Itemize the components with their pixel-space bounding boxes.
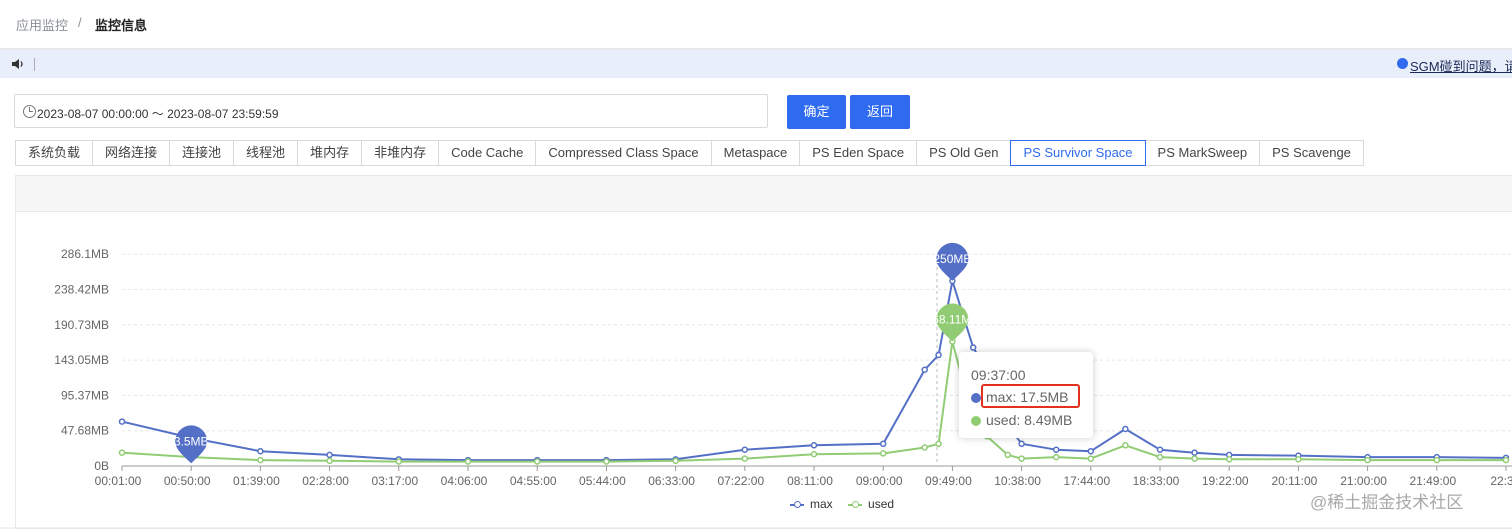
data-point-used xyxy=(1225,456,1233,463)
data-point-used xyxy=(603,458,610,465)
data-point-max xyxy=(1122,425,1129,433)
data-point-max xyxy=(810,442,818,449)
legend-max-swatch xyxy=(790,500,804,508)
y-tick-label: 47.68MB xyxy=(61,424,109,438)
x-tick-label: 01:39:00 xyxy=(233,474,280,488)
y-tick-label: 95.37MB xyxy=(61,388,109,402)
x-tick-label: 02:28:00 xyxy=(302,474,349,488)
data-point-max xyxy=(969,344,977,351)
x-tick-label: 07:22:00 xyxy=(717,474,764,488)
legend-item-max[interactable]: max xyxy=(790,497,833,511)
memory-line-chart[interactable]: 0B 47.68MB 95.37MB 143.05MB 190.73MB 238.42MB… xyxy=(0,0,1512,527)
data-point-used xyxy=(1122,442,1129,449)
data-point-used xyxy=(1295,456,1302,463)
data-point-used xyxy=(1087,455,1095,462)
data-point-max xyxy=(1087,447,1095,455)
x-tick-label: 08:11:00 xyxy=(787,474,833,488)
data-point-used xyxy=(1052,453,1060,461)
chart-legend: max used xyxy=(790,497,906,511)
legend-used-swatch xyxy=(848,500,863,508)
data-point-used xyxy=(672,457,679,465)
x-tick-label: 00:50:00 xyxy=(164,474,211,488)
tooltip-used-row: used: 8.49MB xyxy=(971,412,1072,428)
data-point-used xyxy=(741,455,749,462)
data-point-used xyxy=(257,456,264,464)
data-point-used xyxy=(935,440,942,448)
data-point-used xyxy=(1364,456,1371,464)
data-point-used xyxy=(1502,456,1510,464)
data-point-used xyxy=(533,458,541,465)
x-tick-label: 05:44:00 xyxy=(579,474,626,488)
x-tick-label: 20:11:00 xyxy=(1271,474,1317,488)
data-point-used xyxy=(1191,455,1198,462)
tooltip-time: 09:37:00 xyxy=(971,367,1026,383)
y-tick-label: 238.42MB xyxy=(54,282,109,296)
series-line-max xyxy=(121,279,1507,462)
data-point-max xyxy=(921,366,928,374)
data-point-used xyxy=(1433,456,1441,464)
data-point-max xyxy=(1156,446,1164,453)
data-point-max xyxy=(741,446,749,453)
x-tick-label: 06:33:00 xyxy=(648,474,695,488)
x-tick-label: 00:01:00 xyxy=(95,474,142,488)
legend-used-label: used xyxy=(868,497,895,511)
marker-label: 3.5MB xyxy=(174,434,209,448)
tab-11[interactable]: PS Survivor Space xyxy=(1010,140,1146,166)
data-point-max xyxy=(1018,440,1025,448)
data-point-used xyxy=(464,458,472,465)
data-point-used xyxy=(1004,451,1012,459)
data-point-max xyxy=(935,351,942,359)
x-tick-label: 21:00:00 xyxy=(1340,474,1387,488)
marker-label: 168.11MB xyxy=(925,313,979,327)
legend-item-used[interactable]: used xyxy=(848,497,894,511)
x-tick-label: 10:38:00 xyxy=(994,474,1041,488)
data-point-used xyxy=(1018,455,1025,462)
data-point-max xyxy=(118,418,126,425)
data-point-used xyxy=(921,444,928,451)
x-tick-label: 21:49:00 xyxy=(1409,474,1456,488)
used-dot-icon xyxy=(971,416,981,426)
data-point-used xyxy=(1156,453,1164,461)
x-tick-label: 09:00:00 xyxy=(856,474,903,488)
tooltip-used-value: used: 8.49MB xyxy=(986,412,1073,428)
x-tick-label: 03:17:00 xyxy=(371,474,418,488)
data-point-max xyxy=(257,447,264,455)
max-dot-icon xyxy=(971,393,981,403)
y-tick-label: 143.05MB xyxy=(54,353,109,367)
data-point-max xyxy=(879,440,887,448)
data-point-used xyxy=(395,458,403,465)
tooltip-highlight-box xyxy=(981,384,1080,408)
x-tick-label: 09:49:00 xyxy=(925,474,972,488)
legend-max-label: max xyxy=(810,497,833,511)
data-point-used xyxy=(810,450,818,458)
chart-tooltip: 09:37:00 max: 17.5MB used: 8.49MB xyxy=(959,352,1093,438)
x-tick-label: 17:44:00 xyxy=(1063,474,1110,488)
data-point-max xyxy=(1191,449,1198,456)
data-point-used xyxy=(326,457,333,465)
data-point-used xyxy=(879,450,887,457)
y-tick-label: 190.73MB xyxy=(54,318,109,332)
x-tick-label: 04:55:00 xyxy=(510,474,557,488)
watermark: @稀土掘金技术社区 xyxy=(1310,493,1464,512)
data-point-used xyxy=(118,449,126,456)
data-point-max xyxy=(1052,446,1060,453)
x-tick-label: 04:06:00 xyxy=(441,474,488,488)
x-tick-label: 18:33:00 xyxy=(1133,474,1180,488)
x-tick-label: 22:3 xyxy=(1490,474,1512,488)
data-point-max xyxy=(326,451,333,459)
y-tick-label: 0B xyxy=(94,459,109,473)
marker-label: 250MB xyxy=(933,252,971,266)
x-tick-label: 19:22:00 xyxy=(1202,474,1249,488)
y-tick-label: 286.1MB xyxy=(61,247,109,261)
